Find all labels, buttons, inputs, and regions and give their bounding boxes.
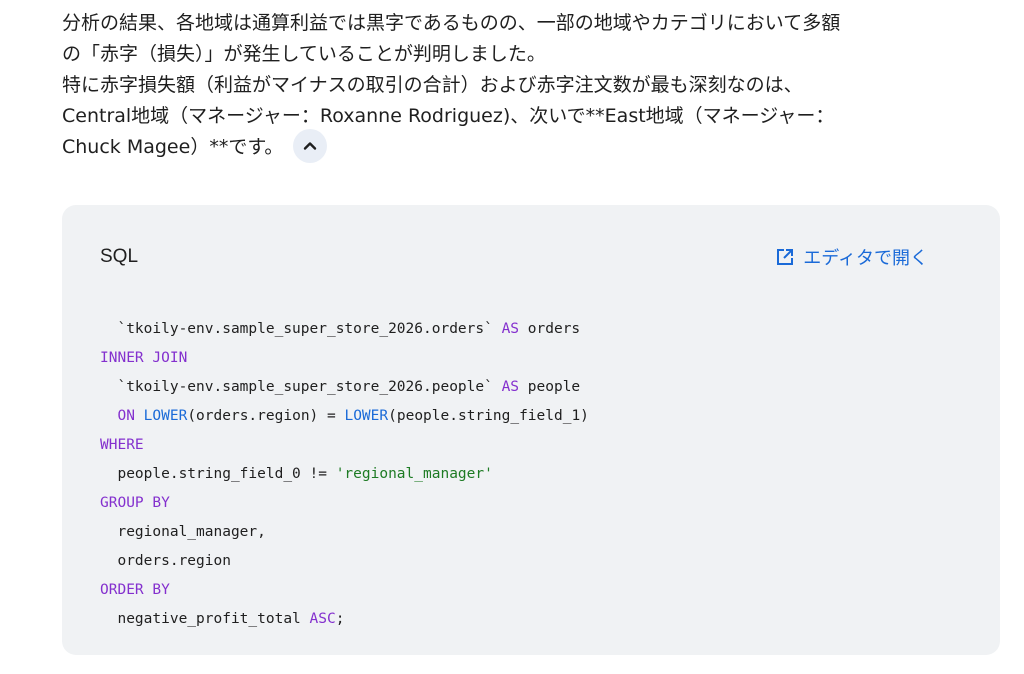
answer-line-3: 特に赤字損失額（利益がマイナスの取引の合計）および赤字注文数が最も深刻なのは、 [62,74,803,96]
answer-line-5-text: Chuck Magee）**です。 [62,136,284,158]
code-line: `tkoily-env.sample_super_store_2026.peop… [100,373,589,402]
sql-keyword: ON [117,408,135,424]
code-line: orders.region [100,547,589,576]
sql-function: LOWER [143,408,188,424]
sql-text: `tkoily-env.sample_super_store_2026.peop… [100,379,502,395]
code-line: ON LOWER(orders.region) = LOWER(people.s… [100,402,589,431]
sql-function: LOWER [344,408,389,424]
sql-text: regional_manager, [100,524,266,540]
sql-text: ; [335,611,345,627]
answer-line-2: の「赤字（損失）」が発生していることが判明しました。 [62,43,546,65]
sql-keyword: GROUP BY [100,495,170,511]
open-in-editor-label: エディタで開く [803,248,928,269]
sql-keyword: INNER JOIN [100,350,188,366]
open-in-editor-button[interactable]: エディタで開く [775,244,928,270]
sql-keyword: AS [501,321,520,337]
sql-keyword: WHERE [100,437,144,453]
code-line: GROUP BY [100,489,589,518]
answer-line-5: Chuck Magee）**です。 [62,128,992,163]
code-line: WHERE [100,431,589,460]
code-line: regional_manager, [100,518,589,547]
chevron-up-icon [304,141,317,150]
sql-text: `tkoily-env.sample_super_store_2026.orde… [100,321,502,337]
code-line: negative_profit_total ASC; [100,605,589,634]
code-line: people.string_field_0 != 'regional_manag… [100,460,589,489]
sql-text: people [519,379,581,395]
code-header: SQL エディタで開く [100,241,928,273]
answer-text: 分析の結果、各地域は通算利益では黒字であるものの、一部の地域やカテゴリにおいて多… [62,8,992,163]
code-line: INNER JOIN [100,344,589,373]
sql-text: people.string_field_0 != [100,466,336,482]
sql-text: negative_profit_total [100,611,310,627]
sql-code-block[interactable]: `tkoily-env.sample_super_store_2026.orde… [100,315,589,634]
collapse-button[interactable] [293,128,328,163]
code-line: ORDER BY [100,576,589,605]
code-card: SQL エディタで開く `tkoily-env.sample_super_sto… [62,205,1000,655]
sql-text: orders.region [100,553,231,569]
code-line: `tkoily-env.sample_super_store_2026.orde… [100,315,589,344]
sql-text: (people.string_field_1) [388,408,589,424]
sql-keyword: ASC [309,611,336,627]
sql-text: orders [519,321,581,337]
answer-line-1: 分析の結果、各地域は通算利益では黒字であるものの、一部の地域やカテゴリにおいて多… [62,12,841,34]
open-in-new-icon [777,249,794,265]
sql-text: (orders.region) = [187,408,345,424]
sql-keyword: ORDER BY [100,582,170,598]
code-language-label: SQL [100,246,139,267]
sql-string: 'regional_manager' [335,466,493,482]
answer-line-4: Central地域（マネージャー：Roxanne Rodriguez)、次いで*… [62,105,835,127]
sql-keyword: AS [501,379,520,395]
